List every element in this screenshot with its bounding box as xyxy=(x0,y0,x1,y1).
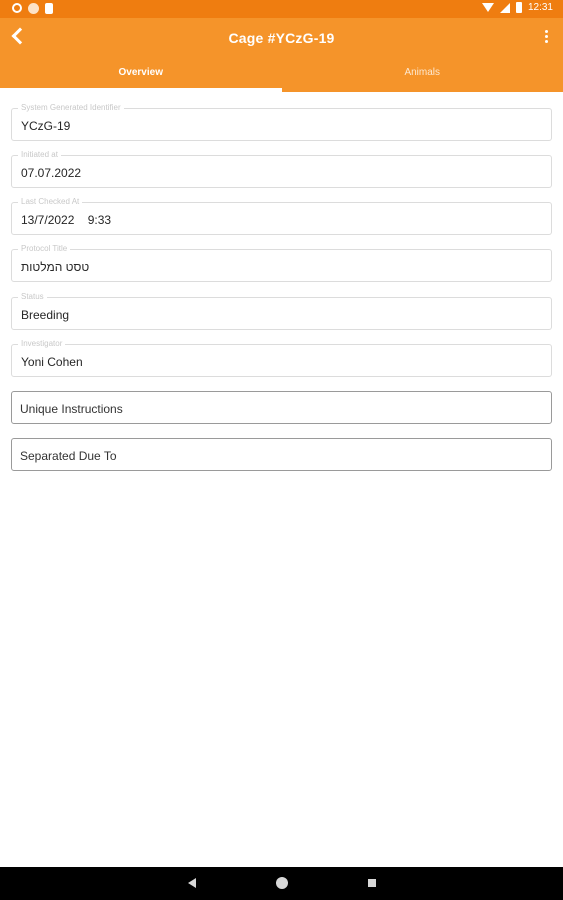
status-time: 12:31 xyxy=(527,2,553,13)
field-protocol-title: Protocol Title טסט המלטות xyxy=(11,244,552,282)
status-bar: 12:31 xyxy=(0,0,563,18)
field-value: 07.07.2022 xyxy=(21,166,82,180)
nav-back-icon[interactable] xyxy=(188,878,196,888)
field-label: System Generated Identifier xyxy=(18,103,124,113)
input-placeholder: Unique Instructions xyxy=(20,402,123,416)
battery-icon xyxy=(515,2,522,13)
wifi-icon xyxy=(481,3,494,12)
field-status: Status Breeding xyxy=(11,292,552,330)
status-right-icons: 12:31 xyxy=(481,2,553,13)
unique-instructions-input[interactable]: Unique Instructions xyxy=(11,391,552,424)
field-label: Last Checked At xyxy=(18,197,83,207)
field-investigator: Investigator Yoni Cohen xyxy=(11,339,552,377)
status-left-icons xyxy=(12,3,53,14)
field-value: Yoni Cohen xyxy=(21,355,83,369)
field-value: YCzG-19 xyxy=(21,119,71,133)
notification-icon xyxy=(28,3,39,14)
nav-home-icon[interactable] xyxy=(276,877,288,889)
sd-card-icon xyxy=(45,3,53,14)
field-label: Protocol Title xyxy=(18,244,71,254)
field-label: Status xyxy=(18,292,47,302)
tab-animals[interactable]: Animals xyxy=(282,58,563,92)
field-initiated-at: Initiated at 07.07.2022 xyxy=(11,150,552,188)
settings-icon xyxy=(12,3,22,13)
input-placeholder: Separated Due To xyxy=(20,449,117,463)
cell-signal-icon xyxy=(499,2,510,13)
separated-due-to-input[interactable]: Separated Due To xyxy=(11,438,552,471)
nav-recents-icon[interactable] xyxy=(368,879,376,887)
field-label: Investigator xyxy=(18,339,66,349)
field-label: Initiated at xyxy=(18,150,61,160)
app-bar: Cage #YCzG-19 xyxy=(0,18,563,58)
field-last-checked-at: Last Checked At 13/7/2022 9:33 xyxy=(11,197,552,235)
tab-bar: Overview Animals xyxy=(0,58,563,92)
more-vert-icon[interactable] xyxy=(541,30,551,48)
field-system-identifier: System Generated Identifier YCzG-19 xyxy=(11,103,552,141)
page-title: Cage #YCzG-19 xyxy=(228,30,335,46)
field-value: 13/7/2022 9:33 xyxy=(21,213,112,227)
field-value: Breeding xyxy=(21,308,70,322)
field-value: טסט המלטות xyxy=(21,260,90,274)
system-nav-bar xyxy=(0,867,563,900)
tab-overview[interactable]: Overview xyxy=(0,58,282,92)
